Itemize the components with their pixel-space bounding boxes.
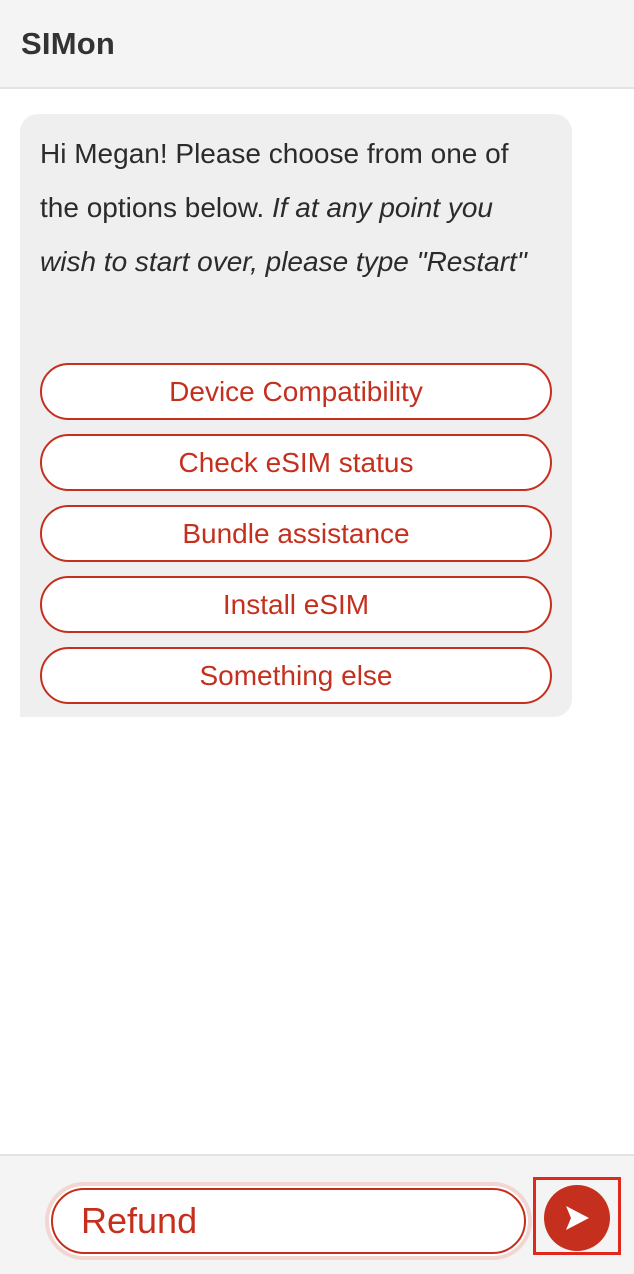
message-list[interactable]: Hi Megan! Please choose from one of the …	[0, 91, 634, 1154]
send-arrow-icon	[566, 1206, 589, 1230]
chat-window: SIMon Hi Megan! Please choose from one o…	[0, 0, 634, 1274]
option-device-compatibility-button[interactable]: Device Compatibility	[40, 363, 552, 420]
quick-reply-options: Device Compatibility Check eSIM status B…	[40, 363, 552, 718]
message-input-focus-ring	[45, 1182, 532, 1260]
chat-header: SIMon	[0, 0, 634, 89]
bot-message-bubble: Hi Megan! Please choose from one of the …	[20, 114, 572, 717]
chat-title: SIMon	[21, 25, 115, 61]
send-button-highlight	[533, 1177, 621, 1255]
option-install-esim-button[interactable]: Install eSIM	[40, 576, 552, 633]
send-button[interactable]	[544, 1185, 610, 1251]
option-bundle-assistance-button[interactable]: Bundle assistance	[40, 505, 552, 562]
message-input[interactable]	[51, 1188, 526, 1254]
bot-message-text: Hi Megan! Please choose from one of the …	[40, 127, 552, 289]
option-something-else-button[interactable]: Something else	[40, 647, 552, 704]
message-composer	[0, 1154, 634, 1274]
option-check-esim-status-button[interactable]: Check eSIM status	[40, 434, 552, 491]
